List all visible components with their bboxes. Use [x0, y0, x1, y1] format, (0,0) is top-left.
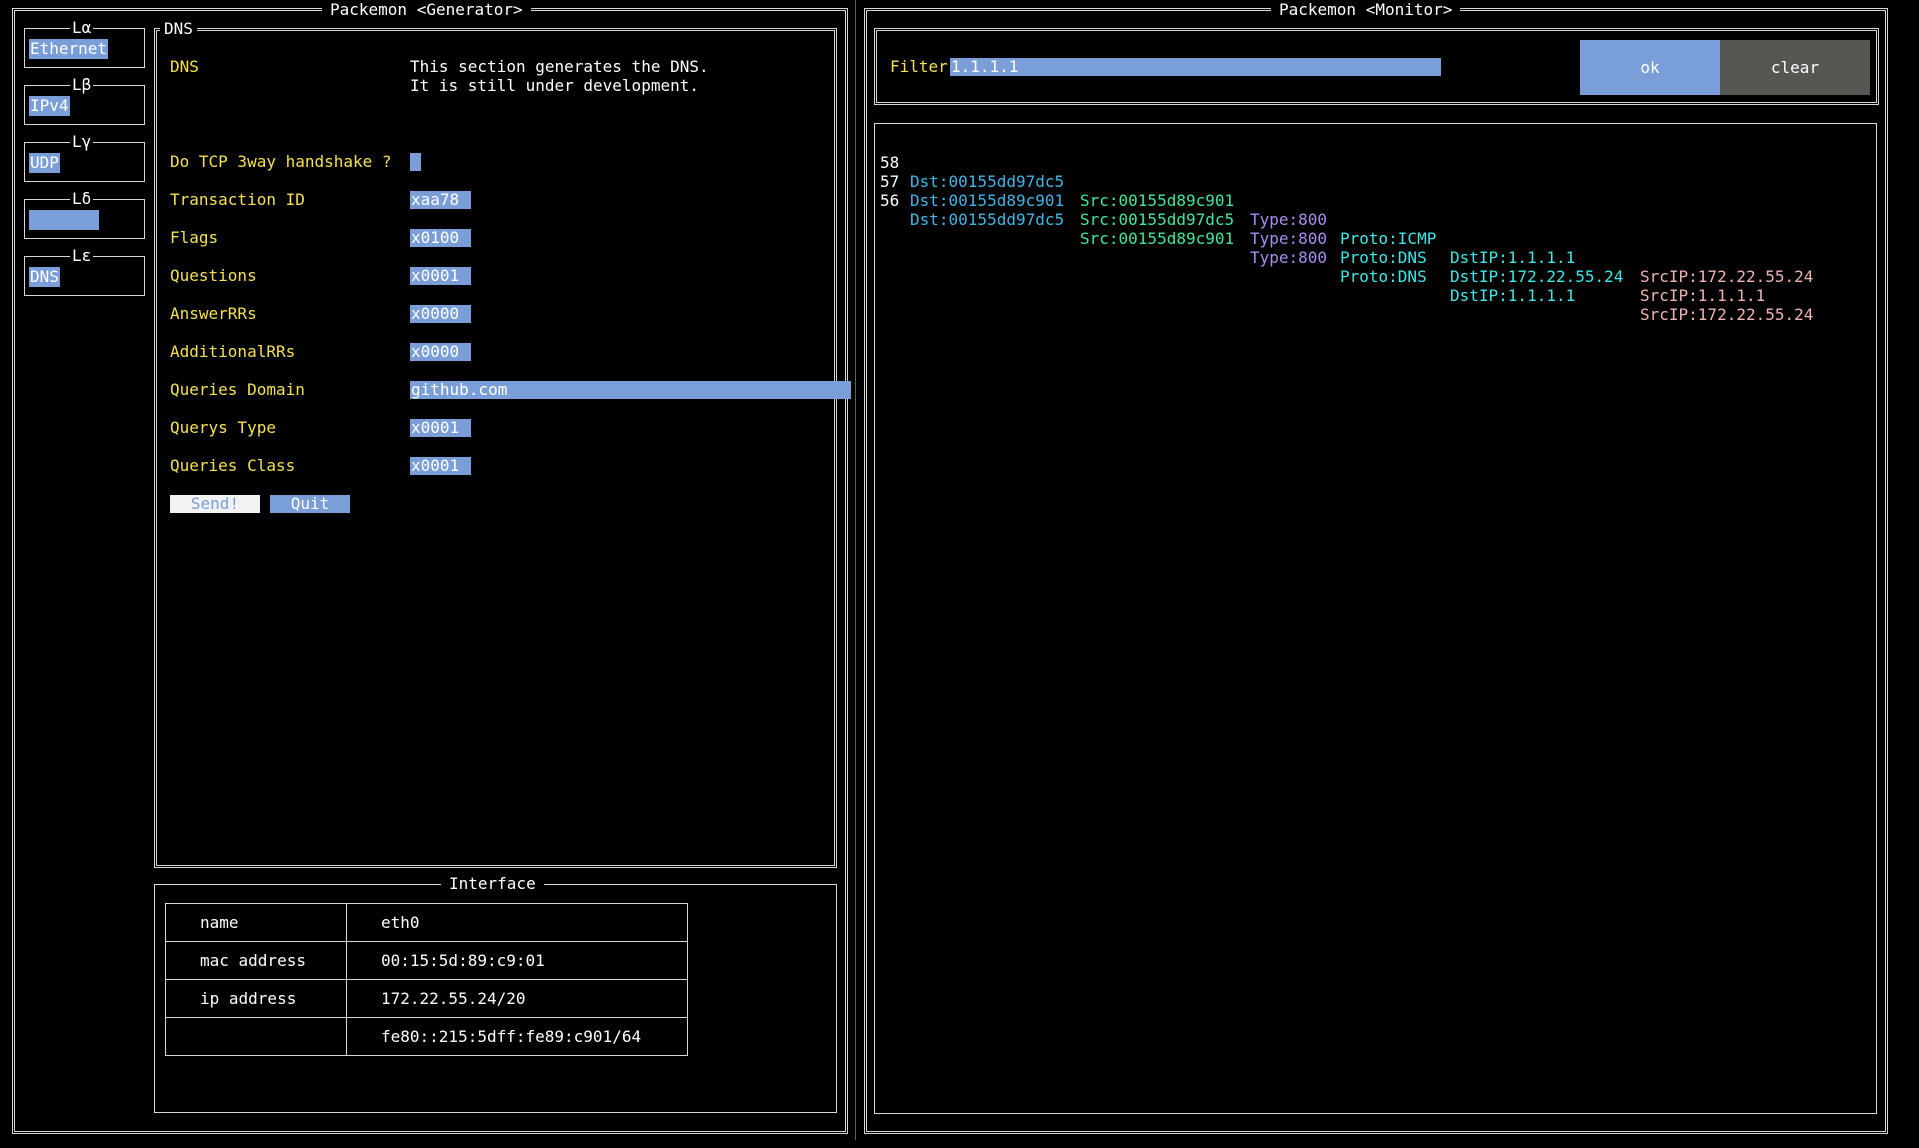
- transaction-id-label: Transaction ID: [170, 190, 305, 209]
- packet-row-57[interactable]: 57 Dst:00155d89c901 Src:00155dd97dc5 Typ…: [880, 153, 1870, 305]
- packet-no: 56: [880, 191, 900, 210]
- packet-dstip: DstIP:1.1.1.1: [1450, 286, 1576, 305]
- questions-label: Questions: [170, 266, 257, 285]
- packet-dst: Dst:00155d89c901: [910, 191, 1065, 210]
- querys-type-label: Querys Type: [170, 418, 276, 437]
- interface-title: Interface: [441, 875, 544, 893]
- packet-dstip: DstIP:1.1.1.1: [1450, 248, 1576, 267]
- filter-label: Filter: [890, 57, 948, 76]
- packet-src: Src:00155d89c901: [1080, 229, 1235, 248]
- dns-panel-title: DNS: [160, 20, 197, 38]
- quit-button[interactable]: Quit: [270, 495, 350, 513]
- ok-button[interactable]: ok: [1580, 40, 1720, 95]
- packet-srcip: SrcIP:1.1.1.1: [1640, 286, 1766, 305]
- layer-delta-value[interactable]: [29, 210, 99, 230]
- table-row: name eth0: [165, 903, 688, 942]
- packet-proto: Proto:DNS: [1340, 267, 1427, 286]
- tcp-handshake-label: Do TCP 3way handshake ?: [170, 152, 392, 171]
- packet-type: Type:800: [1250, 248, 1328, 267]
- layer-alpha[interactable]: Lα Ethernet: [24, 19, 145, 68]
- packet-srcip: SrcIP:172.22.55.24: [1640, 305, 1814, 324]
- packet-proto: Proto:ICMP: [1340, 229, 1437, 248]
- answer-rrs-label: AnswerRRs: [170, 304, 257, 323]
- layer-delta-title: Lδ: [70, 189, 94, 208]
- queries-domain-label: Queries Domain: [170, 380, 305, 399]
- queries-class-input[interactable]: x0001: [410, 457, 471, 475]
- layer-gamma[interactable]: Lγ UDP: [24, 133, 145, 182]
- additional-rrs-label: AdditionalRRs: [170, 342, 296, 361]
- packet-dstip: DstIP:172.22.55.24: [1450, 267, 1624, 286]
- layer-epsilon[interactable]: Lε DNS: [24, 247, 145, 296]
- interface-key: ip address: [165, 979, 347, 1018]
- flags-input[interactable]: x0100: [410, 229, 471, 247]
- queries-class-label: Queries Class: [170, 456, 296, 475]
- answer-rrs-input[interactable]: x0000: [410, 305, 471, 323]
- interface-value: 172.22.55.24/20: [346, 979, 688, 1018]
- table-row: fe80::215:5dff:fe89:c901/64: [165, 1017, 688, 1056]
- tcp-handshake-checkbox[interactable]: [410, 153, 421, 171]
- packet-proto: Proto:DNS: [1340, 248, 1427, 267]
- packet-row-58[interactable]: 58 Dst:00155dd97dc5 Src:00155d89c901 Typ…: [880, 134, 1870, 286]
- layer-gamma-value[interactable]: UDP: [29, 153, 60, 173]
- generator-title: Packemon <Generator>: [322, 1, 531, 19]
- layer-gamma-title: Lγ: [70, 132, 94, 151]
- packet-type: Type:800: [1250, 229, 1328, 248]
- packet-type: Type:800: [1250, 210, 1328, 229]
- interface-value: fe80::215:5dff:fe89:c901/64: [346, 1017, 688, 1056]
- layer-epsilon-title: Lε: [70, 246, 94, 265]
- dns-header-label: DNS: [170, 57, 199, 76]
- questions-input[interactable]: x0001: [410, 267, 471, 285]
- dns-description-line2: It is still under development.: [410, 76, 699, 95]
- interface-key: [165, 1017, 347, 1056]
- layer-beta[interactable]: Lβ IPv4: [24, 76, 145, 125]
- layer-alpha-title: Lα: [70, 18, 94, 37]
- interface-value: 00:15:5d:89:c9:01: [346, 941, 688, 980]
- packet-row-56[interactable]: 56 Dst:00155dd97dc5 Src:00155d89c901 Typ…: [880, 172, 1870, 324]
- interface-value: eth0: [346, 903, 688, 942]
- table-row: mac address 00:15:5d:89:c9:01: [165, 941, 688, 980]
- filter-input[interactable]: 1.1.1.1: [950, 58, 1441, 76]
- layer-beta-value[interactable]: IPv4: [29, 96, 70, 116]
- flags-label: Flags: [170, 228, 219, 247]
- interface-table: name eth0 mac address 00:15:5d:89:c9:01 …: [165, 903, 688, 1056]
- pane-divider[interactable]: [855, 0, 856, 1140]
- interface-key: mac address: [165, 941, 347, 980]
- layer-delta[interactable]: Lδ: [24, 190, 145, 239]
- packet-dst: Dst:00155dd97dc5: [910, 210, 1065, 229]
- packet-src: Src:00155dd97dc5: [1080, 210, 1235, 229]
- interface-key: name: [165, 903, 347, 942]
- dns-description-line1: This section generates the DNS.: [410, 57, 709, 76]
- table-row: ip address 172.22.55.24/20: [165, 979, 688, 1018]
- additional-rrs-input[interactable]: x0000: [410, 343, 471, 361]
- monitor-title: Packemon <Monitor>: [1271, 1, 1461, 19]
- packet-src: Src:00155d89c901: [1080, 191, 1235, 210]
- transaction-id-input[interactable]: xaa78: [410, 191, 471, 209]
- layer-beta-title: Lβ: [70, 75, 94, 94]
- send-button[interactable]: Send!: [170, 495, 260, 513]
- layer-alpha-value[interactable]: Ethernet: [29, 39, 109, 59]
- queries-domain-input[interactable]: github.com: [410, 381, 851, 399]
- clear-button[interactable]: clear: [1720, 40, 1870, 95]
- layer-epsilon-value[interactable]: DNS: [29, 267, 60, 287]
- packet-srcip: SrcIP:172.22.55.24: [1640, 267, 1814, 286]
- querys-type-input[interactable]: x0001: [410, 419, 471, 437]
